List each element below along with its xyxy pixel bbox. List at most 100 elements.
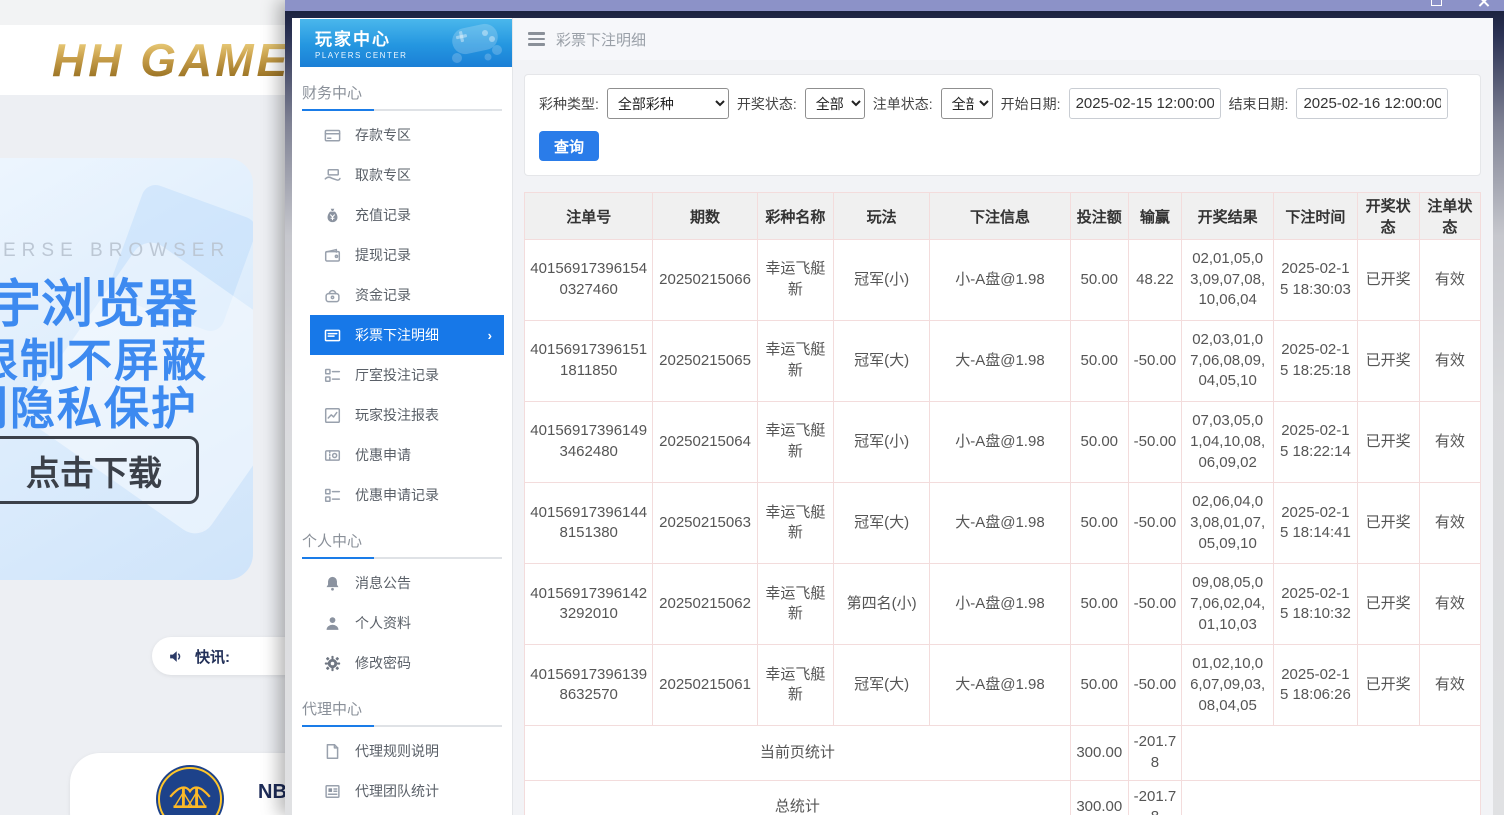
sidebar-item-deposit-zone[interactable]: 存款专区 xyxy=(310,115,504,155)
draw-status-select[interactable]: 全部 xyxy=(805,88,865,119)
close-icon[interactable] xyxy=(1478,0,1490,7)
sidebar-item-label: 取款专区 xyxy=(355,165,411,185)
hand-card-icon xyxy=(324,167,341,184)
cell-order-status: 有效 xyxy=(1419,483,1480,564)
cell-win-loss: -50.00 xyxy=(1128,402,1181,483)
summary-row: 当前页统计300.00-201.78 xyxy=(525,726,1481,780)
page-titlebar: 彩票下注明细 xyxy=(513,18,1493,60)
col-header-win-loss: 输赢 xyxy=(1128,193,1181,240)
cell-lottery-name: 幸运飞艇新 xyxy=(757,321,833,402)
cell-bet-time: 2025-02-15 18:06:26 xyxy=(1274,645,1357,726)
cell-lottery-name: 幸运飞艇新 xyxy=(757,402,833,483)
cell-bet-info: 大-A盘@1.98 xyxy=(930,645,1070,726)
cell-win-loss: -50.00 xyxy=(1128,321,1181,402)
sidebar-item-messages[interactable]: 消息公告 xyxy=(310,563,504,603)
cell-bet-info: 小-A盘@1.98 xyxy=(930,240,1070,321)
sidebar-section-header: 财务中心 xyxy=(302,82,502,109)
user-icon xyxy=(324,615,341,632)
sidebar-item-hall-bet-records[interactable]: 厅室投注记录 xyxy=(310,355,504,395)
search-button[interactable]: 查询 xyxy=(539,131,599,161)
cell-play-type: 冠军(大) xyxy=(833,321,929,402)
sidebar-section-header: 代理中心 xyxy=(302,698,502,725)
sidebar-item-promo-apply-records[interactable]: 优惠申请记录 xyxy=(310,475,504,515)
sidebar-item-lottery-bet-details[interactable]: 彩票下注明细› xyxy=(310,315,504,355)
cell-bet-info: 小-A盘@1.98 xyxy=(930,402,1070,483)
maximize-icon[interactable] xyxy=(1431,0,1442,6)
cell-bet-amount: 50.00 xyxy=(1070,564,1128,645)
cell-order-status: 有效 xyxy=(1419,645,1480,726)
sidebar-item-promo-apply[interactable]: 优惠申请 xyxy=(310,435,504,475)
start-date-input[interactable] xyxy=(1069,88,1221,119)
bank-card-icon xyxy=(324,127,341,144)
cell-period: 20250215066 xyxy=(653,240,757,321)
section-underline xyxy=(302,725,502,727)
sidebar-item-player-bet-report[interactable]: 玩家投注报表 xyxy=(310,395,504,435)
cell-period: 20250215065 xyxy=(653,321,757,402)
sidebar-item-label: 消息公告 xyxy=(355,573,411,593)
window-titlebar xyxy=(285,0,1504,11)
sidebar-item-recharge-records[interactable]: 充值记录 xyxy=(310,195,504,235)
cell-lottery-name: 幸运飞艇新 xyxy=(757,564,833,645)
download-button[interactable]: 点击下载 xyxy=(0,436,199,504)
sidebar-item-agent-team-stats[interactable]: 代理团队统计 xyxy=(310,771,504,811)
sidebar-item-label: 存款专区 xyxy=(355,125,411,145)
cell-draw-status: 已开奖 xyxy=(1357,564,1419,645)
cell-bet-time: 2025-02-15 18:14:41 xyxy=(1274,483,1357,564)
draw-status-label: 开奖状态: xyxy=(737,94,797,114)
bets-table: 注单号期数彩种名称玩法下注信息投注额输赢开奖结果下注时间开奖状态注单状态 401… xyxy=(524,192,1481,815)
list-icon xyxy=(324,487,341,504)
cell-draw-result: 02,03,01,07,06,08,09,04,05,10 xyxy=(1182,321,1274,402)
banknote-icon xyxy=(324,327,341,344)
cell-bet-info: 小-A盘@1.98 xyxy=(930,564,1070,645)
table-row: 40156917396149346248020250215064幸运飞艇新冠军(… xyxy=(525,402,1481,483)
end-date-input[interactable] xyxy=(1296,88,1448,119)
cell-lottery-name: 幸运飞艇新 xyxy=(757,483,833,564)
list-icon xyxy=(324,367,341,384)
order-status-select[interactable]: 全部 xyxy=(941,88,993,119)
player-center-window: 玩家中心 PLAYERS CENTER xyxy=(285,0,1504,815)
cell-win-loss: -50.00 xyxy=(1128,483,1181,564)
sidebar-header: 玩家中心 PLAYERS CENTER xyxy=(300,19,512,67)
cell-win-loss: 48.22 xyxy=(1128,240,1181,321)
cell-lottery-name: 幸运飞艇新 xyxy=(757,240,833,321)
lottery-type-select[interactable]: 全部彩种 xyxy=(607,88,729,119)
cell-draw-status: 已开奖 xyxy=(1357,483,1419,564)
sidebar-item-label: 优惠申请记录 xyxy=(355,485,439,505)
cell-lottery-name: 幸运飞艇新 xyxy=(757,645,833,726)
sidebar-item-agent-rules[interactable]: 代理规则说明 xyxy=(310,731,504,771)
banner-subtitle-en: ERSE BROWSER xyxy=(3,240,230,262)
gamepad-icon xyxy=(444,22,508,71)
sidebar-item-withdraw-records[interactable]: 提现记录 xyxy=(310,235,504,275)
cell-order-status: 有效 xyxy=(1419,402,1480,483)
menu-hamburger-icon[interactable] xyxy=(528,32,545,46)
sidebar-item-label: 彩票下注明细 xyxy=(355,325,439,345)
lottery-type-label: 彩种类型: xyxy=(539,94,599,114)
cell-draw-status: 已开奖 xyxy=(1357,402,1419,483)
bets-table-wrap: 注单号期数彩种名称玩法下注信息投注额输赢开奖结果下注时间开奖状态注单状态 401… xyxy=(524,192,1481,815)
bell-icon xyxy=(324,575,341,592)
sidebar-item-change-password[interactable]: 修改密码 xyxy=(310,643,504,683)
cell-play-type: 冠军(大) xyxy=(833,645,929,726)
cell-play-type: 冠军(小) xyxy=(833,240,929,321)
cell-draw-result: 01,02,10,06,07,09,03,08,04,05 xyxy=(1182,645,1274,726)
start-date-label: 开始日期: xyxy=(1001,94,1061,114)
sidebar-item-profile[interactable]: 个人资料 xyxy=(310,603,504,643)
cell-bet-amount: 50.00 xyxy=(1070,483,1128,564)
wallet-icon xyxy=(324,247,341,264)
col-header-bet-info: 下注信息 xyxy=(930,193,1070,240)
table-row: 40156917396139863257020250215061幸运飞艇新冠军(… xyxy=(525,645,1481,726)
cell-period: 20250215064 xyxy=(653,402,757,483)
sidebar-item-funds-records[interactable]: 资金记录 xyxy=(310,275,504,315)
coupon-icon xyxy=(324,447,341,464)
page-title: 彩票下注明细 xyxy=(556,29,646,50)
sidebar-item-withdraw-zone[interactable]: 取款专区 xyxy=(310,155,504,195)
cell-bet-amount: 50.00 xyxy=(1070,321,1128,402)
cell-period: 20250215061 xyxy=(653,645,757,726)
table-row: 40156917396142329201020250215062幸运飞艇新第四名… xyxy=(525,564,1481,645)
table-row: 40156917396151181185020250215065幸运飞艇新冠军(… xyxy=(525,321,1481,402)
cell-bet-amount: 50.00 xyxy=(1070,402,1128,483)
cell-win-loss: -50.00 xyxy=(1128,645,1181,726)
browser-promo-banner: ERSE BROWSER 宇浏览器 限制不屏蔽 别隐私保护 点击下载 xyxy=(0,158,253,580)
cell-period: 20250215062 xyxy=(653,564,757,645)
cell-draw-result: 02,01,05,03,09,07,08,10,06,04 xyxy=(1182,240,1274,321)
